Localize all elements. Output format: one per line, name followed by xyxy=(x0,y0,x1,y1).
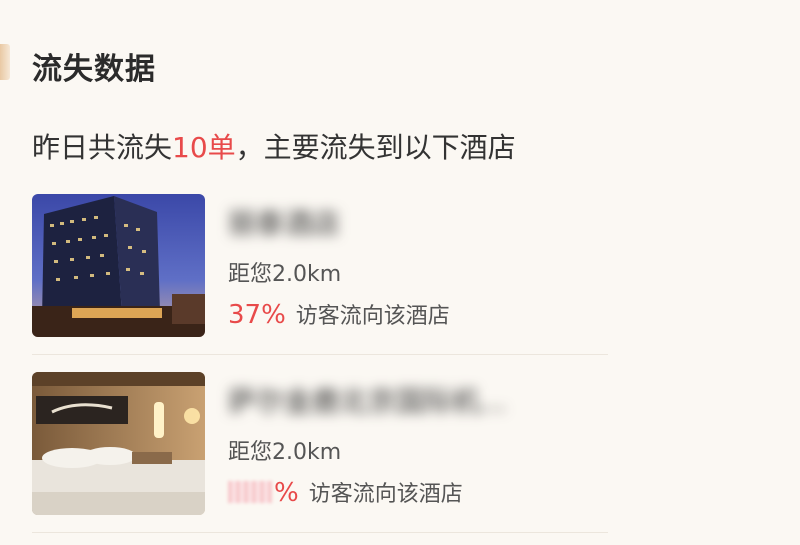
hotel-name: 丽泰酒店 xyxy=(228,207,341,240)
lost-order-count: 10单 xyxy=(172,131,236,164)
visitor-flow-label: 访客流向该酒店 xyxy=(295,304,450,329)
hotel-name: 萨尔金鹿北京国际机... xyxy=(228,385,507,418)
summary-prefix: 昨日共流失 xyxy=(32,131,173,164)
summary-suffix: ，主要流失到以下酒店 xyxy=(235,131,516,164)
hotel-list-item[interactable]: 萨尔金鹿北京国际机... 距您2.0km % 访客流向该酒店 xyxy=(32,372,608,533)
visitor-flow-row: % 访客流向该酒店 xyxy=(228,476,463,508)
section-accent-bar xyxy=(0,44,10,80)
hotel-list-item[interactable]: 丽泰酒店 距您2.0km 37% 访客流向该酒店 xyxy=(32,194,608,355)
section-title: 流失数据 xyxy=(32,52,156,87)
visitor-flow-label: 访客流向该酒店 xyxy=(308,482,463,507)
hotel-photo xyxy=(32,372,205,515)
percent-sign: % xyxy=(274,478,299,508)
hotel-photo xyxy=(32,194,205,337)
summary-text: 昨日共流失10单，主要流失到以下酒店 xyxy=(32,126,516,166)
redaction-mask xyxy=(228,481,272,503)
visitor-flow-percent: 37% xyxy=(228,300,286,330)
hotel-distance: 距您2.0km xyxy=(228,262,342,287)
visitor-flow-row: 37% 访客流向该酒店 xyxy=(228,298,450,330)
lost-orders-panel: 流失数据 昨日共流失10单，主要流失到以下酒店 丽泰酒店 距您2.0km 37%… xyxy=(0,0,800,545)
hotel-distance: 距您2.0km xyxy=(228,440,342,465)
visitor-flow-percent: % xyxy=(228,478,299,508)
